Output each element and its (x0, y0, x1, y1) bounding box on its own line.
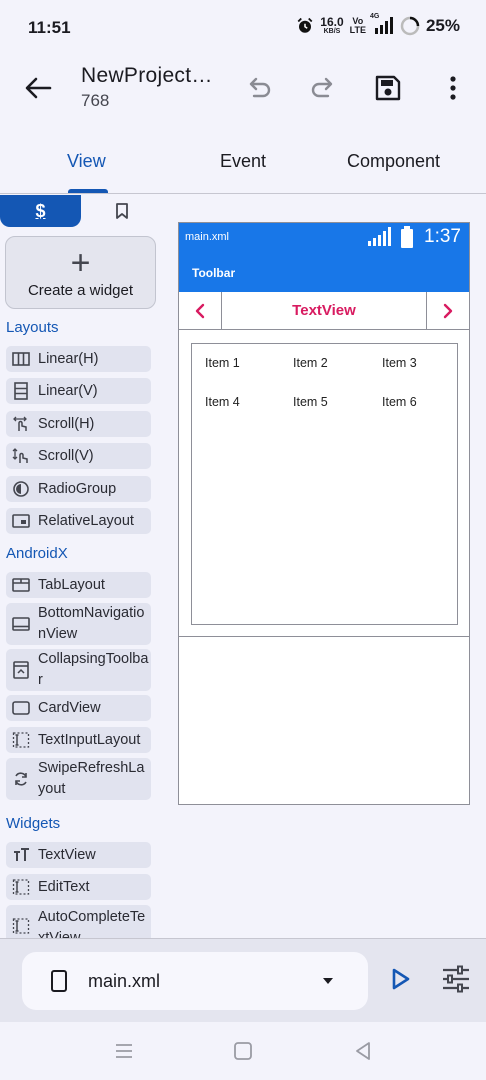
network-speed: 16.0 KB/S (320, 14, 344, 35)
widget-palette: $ + Create a widget Layouts Linear(H) Li… (0, 195, 162, 940)
status-time: 11:51 (28, 18, 71, 37)
palette-item-tablayout[interactable]: TabLayout (6, 572, 151, 598)
tab-event[interactable]: Event (220, 151, 266, 172)
preview-next-button[interactable] (426, 292, 469, 330)
palette-item-autocompletetextview[interactable]: AutoCompleteTextView (6, 905, 151, 940)
tab-indicator (68, 189, 108, 193)
section-widgets: Widgets (6, 815, 61, 832)
bottom-bar: main.xml (0, 938, 486, 1022)
grid-item: Item 2 (293, 356, 328, 370)
chevron-left-icon (195, 303, 205, 319)
create-widget-button[interactable]: + Create a widget (5, 236, 156, 309)
preview-gridview[interactable]: Item 1 Item 2 Item 3 Item 4 Item 5 Item … (191, 343, 458, 625)
palette-item-cardview[interactable]: CardView (6, 695, 151, 721)
grid-item: Item 6 (382, 395, 417, 409)
recents-icon[interactable] (112, 1039, 136, 1063)
palette-item-textview[interactable]: TextView (6, 842, 151, 868)
project-title: NewProject… (81, 64, 213, 87)
redo-icon[interactable] (307, 72, 339, 104)
palette-item-collapsingtoolbar[interactable]: CollapsingToolbar (6, 649, 151, 691)
status-bar: 11:51 16.0 KB/S Vo LTE 4G 25% (0, 0, 486, 56)
relative-layout-icon (11, 511, 31, 531)
refresh-icon (11, 769, 31, 789)
preview-status-bar: main.xml 1:37 (179, 223, 469, 252)
create-widget-label: Create a widget (27, 282, 134, 299)
palette-item-edittext[interactable]: EditText (6, 874, 151, 900)
collapsing-toolbar-icon (11, 660, 31, 680)
grid-item: Item 1 (205, 356, 240, 370)
system-nav-bar (0, 1022, 486, 1080)
tab-view[interactable]: View (67, 151, 106, 172)
preview-toolbar-title: Toolbar (192, 266, 236, 280)
palette-tab-bookmarks[interactable] (81, 195, 162, 227)
preview-textview[interactable]: TextView (222, 302, 426, 319)
swipe-horizontal-icon (11, 414, 31, 434)
file-selector[interactable]: main.xml (22, 952, 368, 1010)
widgets-tab-icon: $ (35, 200, 46, 221)
edit-text-icon (11, 877, 31, 897)
grid-item: Item 4 (205, 395, 240, 409)
back-arrow-icon[interactable] (22, 74, 54, 102)
file-selector-value: main.xml (88, 971, 161, 991)
bookmark-icon (115, 203, 128, 219)
battery-ring-icon (400, 16, 420, 36)
card-icon (11, 698, 31, 718)
dropdown-arrow-icon (323, 978, 333, 984)
palette-item-scroll-h[interactable]: Scroll(H) (6, 411, 151, 437)
preview-nav-row[interactable]: TextView (179, 292, 469, 330)
preview-battery-icon (401, 226, 413, 248)
section-layouts: Layouts (6, 319, 59, 336)
more-vert-icon[interactable] (437, 72, 469, 104)
home-icon[interactable] (231, 1039, 255, 1063)
preview-file-name: main.xml (185, 231, 230, 243)
columns-icon (11, 349, 31, 369)
palette-item-linear-h[interactable]: Linear(H) (6, 346, 151, 372)
text-icon (11, 845, 31, 865)
chevron-right-icon (443, 303, 453, 319)
preview-clock: 1:37 (424, 226, 461, 247)
status-icons: 16.0 KB/S Vo LTE 4G 25% (296, 13, 460, 36)
app-bar: NewProject… 768 (0, 56, 486, 120)
tab-component[interactable]: Component (347, 151, 440, 172)
signal-icon: 4G (370, 13, 394, 35)
preview-toolbar[interactable]: Toolbar (179, 252, 469, 292)
phone-icon (51, 970, 67, 992)
save-icon[interactable] (372, 72, 404, 104)
grid-item: Item 5 (293, 395, 328, 409)
tab-icon (11, 575, 31, 595)
preview-signal-icon (368, 227, 391, 246)
run-button[interactable] (388, 965, 414, 993)
battery-percent: 25% (425, 16, 460, 35)
palette-item-radiogroup[interactable]: RadioGroup (6, 476, 151, 502)
preview-prev-button[interactable] (179, 292, 222, 330)
section-androidx: AndroidX (6, 545, 68, 562)
palette-item-scroll-v[interactable]: Scroll(V) (6, 443, 151, 469)
editor-tabs: View Event Component (0, 136, 486, 194)
palette-item-textinputlayout[interactable]: TextInputLayout (6, 727, 151, 753)
rows-icon (11, 381, 31, 401)
radio-icon (11, 479, 31, 499)
swipe-vertical-icon (11, 446, 31, 466)
back-nav-icon[interactable] (351, 1039, 375, 1063)
plus-icon: + (70, 244, 91, 282)
undo-icon[interactable] (243, 72, 275, 104)
palette-item-swiperefreshlayout[interactable]: SwipeRefreshLayout (6, 758, 151, 800)
palette-item-linear-v[interactable]: Linear(V) (6, 378, 151, 404)
tune-icon[interactable] (440, 963, 472, 995)
palette-item-bottomnavigationview[interactable]: BottomNavigationView (6, 603, 151, 645)
palette-tab-widgets[interactable]: $ (0, 195, 81, 227)
layout-preview[interactable]: main.xml 1:37 Toolbar TextView Item 1 It… (178, 222, 470, 805)
text-input-icon (11, 730, 31, 750)
preview-divider (179, 636, 469, 637)
alarm-icon (297, 17, 313, 33)
volte-indicator: Vo LTE (349, 16, 366, 35)
bottom-nav-icon (11, 614, 31, 634)
project-id: 768 (81, 91, 110, 110)
palette-item-relativelayout[interactable]: RelativeLayout (6, 508, 151, 534)
autocomplete-icon (11, 916, 31, 936)
grid-item: Item 3 (382, 356, 417, 370)
